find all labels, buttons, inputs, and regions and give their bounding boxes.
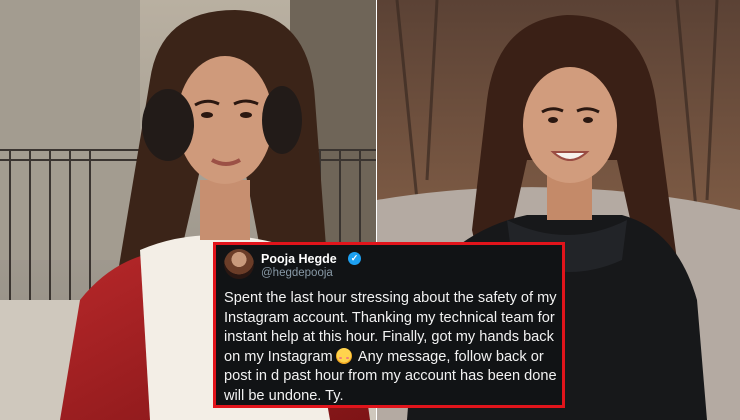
tweet-card[interactable]: Pooja Hegde ✓ @hegdepooja Spent the last… <box>213 242 565 408</box>
smiling-face-with-hearts-icon <box>335 347 352 364</box>
verified-badge-icon: ✓ <box>348 252 361 265</box>
tweet-handle[interactable]: @hegdepooja <box>261 267 333 279</box>
tweet-display-name[interactable]: Pooja Hegde <box>261 252 337 266</box>
avatar[interactable] <box>224 249 254 279</box>
tweet-text: Spent the last hour stressing about the … <box>224 289 562 406</box>
